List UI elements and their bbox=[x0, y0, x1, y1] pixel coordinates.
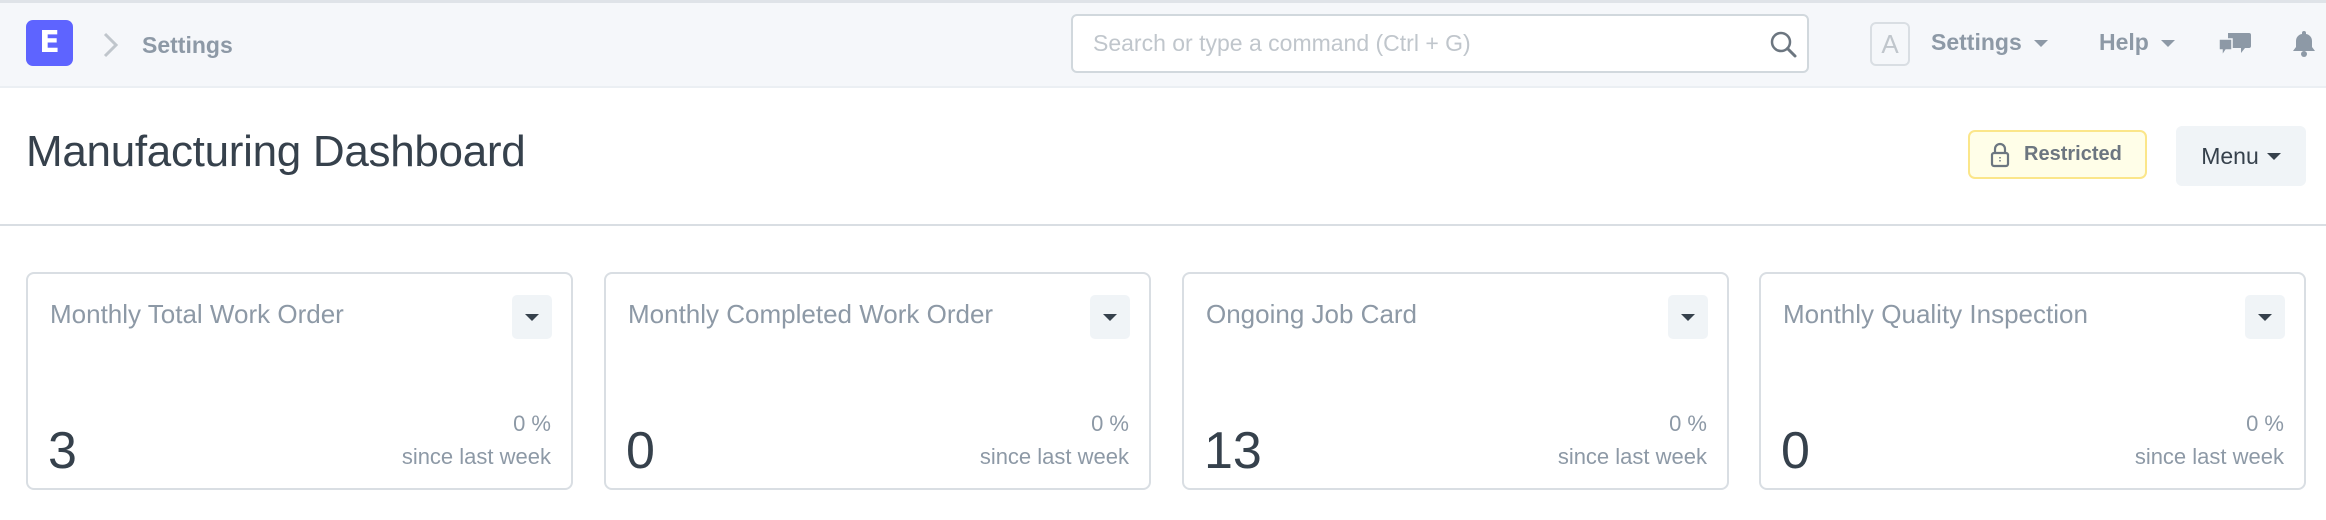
number-card: Monthly Total Work Order 3 0 % since las… bbox=[26, 272, 573, 490]
settings-dropdown[interactable]: Settings bbox=[1931, 29, 2048, 56]
restricted-badge: Restricted bbox=[1968, 130, 2147, 179]
settings-dropdown-label: Settings bbox=[1931, 29, 2022, 55]
card-dropdown-button[interactable] bbox=[2245, 295, 2285, 339]
card-since-label: since last week bbox=[1557, 444, 1707, 469]
card-title: Monthly Completed Work Order bbox=[628, 299, 994, 329]
restricted-label: Restricted bbox=[2024, 143, 2122, 165]
card-change-percent: 0 % bbox=[513, 411, 551, 436]
caret-down-icon bbox=[1103, 314, 1117, 321]
caret-down-icon bbox=[2258, 314, 2272, 321]
help-dropdown[interactable]: Help bbox=[2099, 29, 2175, 56]
card-title: Ongoing Job Card bbox=[1206, 299, 1418, 329]
chevron-right-icon bbox=[103, 32, 119, 58]
card-title: Monthly Quality Inspection bbox=[1783, 299, 2088, 329]
card-change-percent: 0 % bbox=[2246, 411, 2284, 436]
number-card: Monthly Completed Work Order 0 0 % since… bbox=[604, 272, 1151, 490]
card-since-label: since last week bbox=[401, 444, 551, 469]
avatar[interactable]: A bbox=[1870, 22, 1910, 66]
card-since-label: since last week bbox=[2134, 444, 2284, 469]
app-logo[interactable]: E bbox=[26, 20, 73, 66]
lock-icon bbox=[1990, 142, 2010, 167]
search-input[interactable] bbox=[1073, 16, 1753, 71]
number-card: Ongoing Job Card 13 0 % since last week bbox=[1182, 272, 1729, 490]
card-dropdown-button[interactable] bbox=[512, 295, 552, 339]
card-value: 3 bbox=[48, 422, 77, 480]
card-value: 0 bbox=[626, 422, 655, 480]
card-change-percent: 0 % bbox=[1091, 411, 1129, 436]
caret-down-icon bbox=[1681, 314, 1695, 321]
chat-icon[interactable] bbox=[2218, 30, 2252, 60]
card-since-label: since last week bbox=[979, 444, 1129, 469]
card-dropdown-button[interactable] bbox=[1090, 295, 1130, 339]
caret-down-icon bbox=[2160, 40, 2175, 47]
navbar: E Settings A Settings Help bbox=[0, 0, 2326, 88]
card-value: 0 bbox=[1781, 422, 1810, 480]
header-divider bbox=[0, 224, 2326, 226]
number-card: Monthly Quality Inspection 0 0 % since l… bbox=[1759, 272, 2306, 490]
caret-down-icon bbox=[2033, 40, 2048, 47]
card-value: 13 bbox=[1204, 422, 1262, 480]
card-dropdown-button[interactable] bbox=[1668, 295, 1708, 339]
page-title: Manufacturing Dashboard bbox=[26, 127, 526, 176]
card-change-percent: 0 % bbox=[1669, 411, 1707, 436]
search-icon[interactable] bbox=[1769, 30, 1799, 60]
menu-button-label: Menu bbox=[2201, 142, 2259, 169]
caret-down-icon bbox=[525, 314, 539, 321]
card-title: Monthly Total Work Order bbox=[50, 299, 344, 329]
help-dropdown-label: Help bbox=[2099, 29, 2149, 55]
search-bar bbox=[1071, 14, 1809, 73]
caret-down-icon bbox=[2266, 152, 2281, 160]
bell-icon[interactable] bbox=[2291, 29, 2317, 57]
menu-button[interactable]: Menu bbox=[2176, 126, 2306, 186]
breadcrumb-settings[interactable]: Settings bbox=[142, 32, 233, 59]
